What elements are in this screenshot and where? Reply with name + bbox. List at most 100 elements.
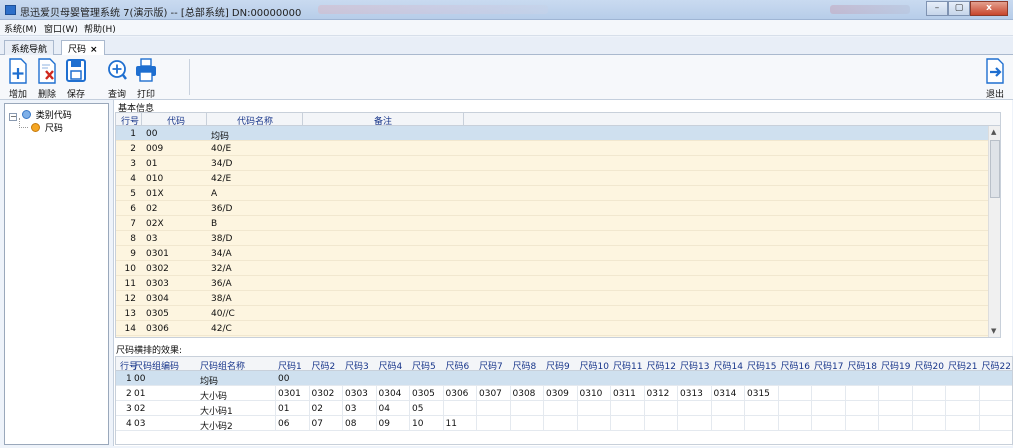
toolbar-separator xyxy=(189,59,190,95)
table-row[interactable]: 8 03 38/D xyxy=(116,231,1000,246)
menu-bar: 系统(M) 窗口(W) 帮助(H) xyxy=(0,20,1013,36)
tab-size-code[interactable]: 尺码 × xyxy=(61,40,105,56)
code-cell: 02X xyxy=(146,219,164,229)
printer-icon xyxy=(136,58,156,82)
add-label: 增加 xyxy=(8,90,27,100)
title-bar: 思迅爱贝母婴管理系统 7(演示版) -- [总部系统] DN:00000000 … xyxy=(0,0,1013,20)
table-row[interactable]: 4 03 大小码2 06 07 08 09 10 11 xyxy=(116,416,1012,432)
scroll-up-icon[interactable]: ▲ xyxy=(991,128,996,136)
add-button[interactable]: 增加 xyxy=(5,58,31,100)
code-cell: 0301 xyxy=(146,249,169,259)
tab-bar: 系统导航 尺码 × xyxy=(0,37,1013,56)
table-row[interactable]: 10 0302 32/A xyxy=(116,261,1000,276)
code-cell: 010 xyxy=(146,174,164,184)
menu-window[interactable]: 窗口(W) xyxy=(44,22,78,35)
tree-connector-h xyxy=(19,127,28,128)
tab-system-nav[interactable]: 系统导航 xyxy=(4,40,55,55)
size-group-grid[interactable]: 行号 尺码组编码 尺码组名称 尺码1 尺码2 尺码3 尺码4 尺码5 尺码6 尺码7 尺码8 尺码9 尺… xyxy=(115,356,1013,445)
tab-close-icon[interactable]: × xyxy=(90,45,98,55)
code-name-cell: 34/D xyxy=(211,159,233,169)
row-number: 2 xyxy=(130,144,136,154)
tab-label: 系统导航 xyxy=(11,45,48,55)
size-code-grid[interactable]: 行号 代码 代码名称 备注 1 00 均码 2 009 40/E 3 01 34/D 4 010 42… xyxy=(115,112,1001,338)
table-row[interactable]: 3 01 34/D xyxy=(116,156,1000,171)
save-button[interactable]: 保存 xyxy=(63,58,89,100)
add-icon xyxy=(9,58,27,84)
table-cell: 0306 xyxy=(445,389,469,399)
grid-header: 行号 尺码组编码 尺码组名称 尺码1 尺码2 尺码3 尺码4 尺码5 尺码6 尺码7 尺码8 尺码9 尺… xyxy=(116,357,1012,372)
table-cell: 0308 xyxy=(512,389,536,399)
table-row[interactable]: 2 01 大小码 0301 0302 0303 0304 0305 0306 0307 0308 03… xyxy=(116,386,1012,402)
folder-icon xyxy=(21,110,31,119)
menu-help[interactable]: 帮助(H) xyxy=(84,22,116,35)
code-name-cell: 32/A xyxy=(211,264,232,274)
table-cell: 2 xyxy=(126,389,132,399)
table-row[interactable]: 6 02 36/D xyxy=(116,201,1000,216)
table-cell: 0305 xyxy=(412,389,435,399)
delete-icon xyxy=(38,58,56,84)
table-row[interactable]: 14 0306 42/C xyxy=(116,321,1000,336)
row-number: 3 xyxy=(130,159,136,169)
table-cell: 06 xyxy=(278,419,290,429)
main-panel: 基本信息 行号 代码 代码名称 备注 1 00 均码 2 009 40/E 3 01 34/D 4… xyxy=(113,100,1013,446)
table-row[interactable]: 1 00 均码 xyxy=(116,126,1000,142)
minimize-button[interactable]: – xyxy=(926,1,948,16)
code-name-cell: 34/A xyxy=(211,249,232,259)
maximize-button[interactable]: ▢ xyxy=(948,1,970,16)
table-cell: 05 xyxy=(412,404,424,414)
code-name-cell: 36/D xyxy=(211,204,233,214)
delete-button[interactable]: 删除 xyxy=(34,58,60,100)
table-row[interactable]: 5 01X A xyxy=(116,186,1000,201)
table-row[interactable]: 2 009 40/E xyxy=(116,141,1000,156)
close-window-button[interactable]: x xyxy=(970,1,1008,16)
vertical-scrollbar[interactable]: ▲ ▼ xyxy=(988,126,1000,337)
table-row[interactable]: 3 02 大小码1 01 02 03 04 05 xyxy=(116,401,1012,417)
tree-node-size[interactable]: 尺码 xyxy=(29,121,63,134)
menu-system[interactable]: 系统(M) xyxy=(4,22,37,35)
row-number: 7 xyxy=(130,219,136,229)
code-name-cell: 40/E xyxy=(211,144,232,154)
tree-node-label: 类别代码 xyxy=(35,111,72,121)
app-icon xyxy=(5,5,16,15)
exit-label: 退出 xyxy=(985,90,1004,100)
code-name-cell: 42/E xyxy=(211,174,232,184)
table-cell: 0302 xyxy=(311,389,335,399)
table-cell: 00 xyxy=(278,374,290,384)
query-button[interactable]: 查询 xyxy=(104,58,130,100)
print-label: 打印 xyxy=(136,90,155,100)
exit-button[interactable]: 退出 xyxy=(982,58,1008,100)
code-name-cell: 42/C xyxy=(211,324,232,334)
code-cell: 0302 xyxy=(146,264,169,274)
table-row[interactable]: 13 0305 40//C xyxy=(116,306,1000,321)
row-number: 6 xyxy=(130,204,136,214)
table-cell: 0312 xyxy=(646,389,670,399)
code-cell: 0306 xyxy=(146,324,169,334)
code-cell: 01X xyxy=(146,189,164,199)
code-cell: 009 xyxy=(146,144,164,154)
table-cell: 08 xyxy=(345,419,357,429)
table-row[interactable]: 7 02X B xyxy=(116,216,1000,231)
table-cell: 4 xyxy=(126,419,132,429)
print-button[interactable]: 打印 xyxy=(133,58,159,100)
table-row[interactable]: 4 010 42/E xyxy=(116,171,1000,186)
table-cell: 01 xyxy=(134,389,146,399)
code-cell: 02 xyxy=(146,204,158,214)
table-cell: 03 xyxy=(345,404,357,414)
scroll-down-icon[interactable]: ▼ xyxy=(991,327,996,335)
table-row[interactable]: 9 0301 34/A xyxy=(116,246,1000,261)
code-name-cell: A xyxy=(211,189,218,199)
table-cell: 1 xyxy=(126,374,132,384)
search-icon xyxy=(108,60,127,80)
table-cell: 04 xyxy=(378,404,390,414)
code-cell: 0305 xyxy=(146,309,169,319)
table-cell: 0301 xyxy=(278,389,301,399)
code-cell: 00 xyxy=(146,129,158,139)
table-cell: 09 xyxy=(378,419,390,429)
table-row[interactable]: 11 0303 36/A xyxy=(116,276,1000,291)
table-row[interactable]: 12 0304 38/A xyxy=(116,291,1000,306)
table-cell: 07 xyxy=(311,419,323,429)
table-row[interactable]: 1 00 均码 00 xyxy=(116,371,1012,387)
scroll-thumb[interactable] xyxy=(990,140,1000,198)
collapse-icon[interactable]: − xyxy=(9,113,17,121)
table-cell: 00 xyxy=(134,374,146,384)
